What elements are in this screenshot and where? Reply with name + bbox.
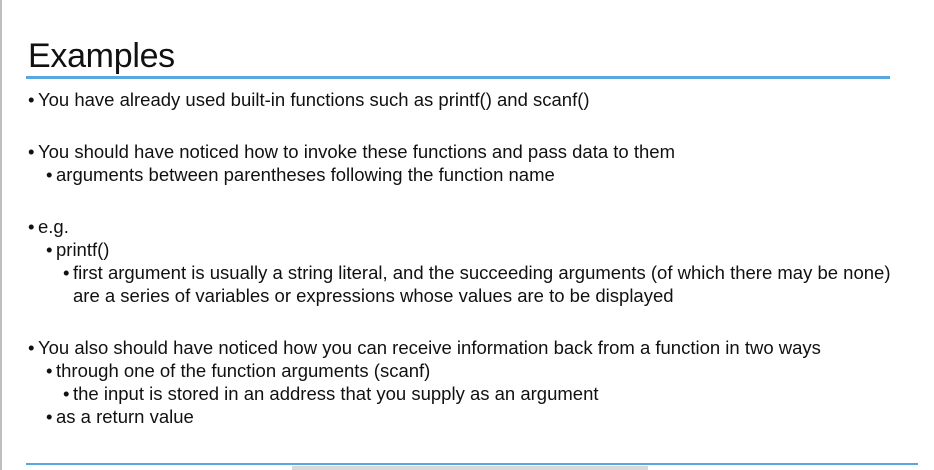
bullet-spacer — [28, 186, 908, 215]
slide: Examples You have already used built-in … — [0, 0, 934, 470]
bullet-arguments-parentheses: arguments between parentheses following … — [46, 163, 908, 186]
bullet-invoke-functions: You should have noticed how to invoke th… — [28, 140, 908, 163]
bullet-spacer — [28, 307, 908, 336]
bullet-list: You have already used built-in functions… — [28, 88, 908, 428]
bullet-printf-first-argument: first argument is usually a string liter… — [63, 261, 908, 307]
bullet-printf: printf() — [46, 238, 908, 261]
bullet-spacer — [28, 111, 908, 140]
bullet-through-arguments: through one of the function arguments (s… — [46, 359, 908, 382]
bullet-receive-information: You also should have noticed how you can… — [28, 336, 908, 359]
bullet-eg: e.g. — [28, 215, 908, 238]
slide-left-edge — [0, 0, 2, 470]
bullet-builtin-functions: You have already used built-in functions… — [28, 88, 908, 111]
footer-rule — [26, 463, 918, 465]
title-underline — [26, 76, 890, 79]
bullet-return-value: as a return value — [46, 405, 908, 428]
footer-bar — [292, 466, 648, 470]
bullet-input-address: the input is stored in an address that y… — [63, 382, 908, 405]
slide-title: Examples — [28, 37, 175, 75]
